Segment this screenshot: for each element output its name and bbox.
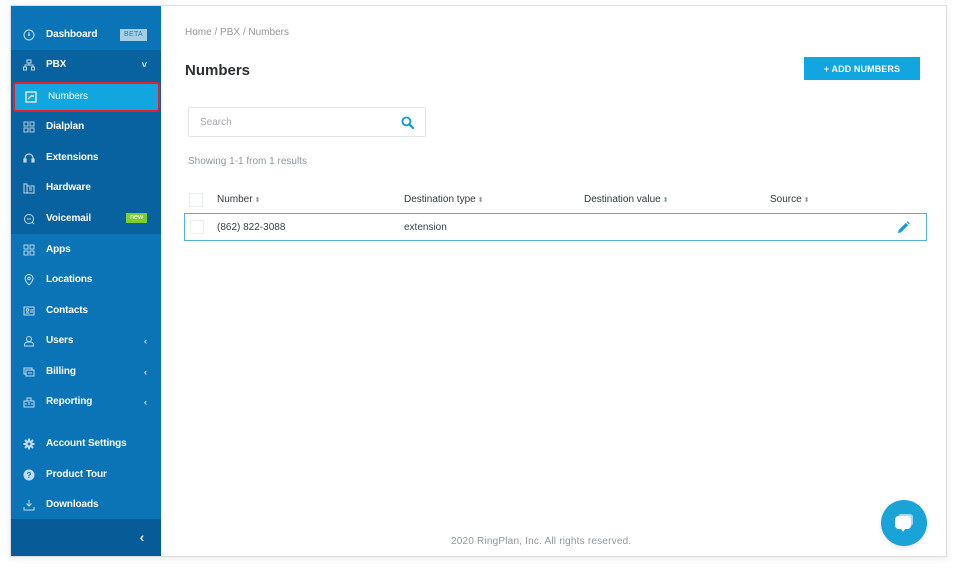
sidebar-item-label: Account Settings: [46, 438, 127, 449]
sidebar: Dashboard BETA PBX ˅ Numbers Dialplan Ex…: [11, 6, 161, 556]
breadcrumb: Home / PBX / Numbers: [185, 27, 289, 38]
beta-badge: BETA: [120, 29, 147, 41]
chevron-left-icon: ‹: [144, 397, 147, 407]
apps-icon: [22, 243, 36, 257]
numbers-icon: [24, 90, 38, 104]
cell-number: (862) 822-3088: [217, 222, 286, 233]
chevron-left-icon: ‹: [144, 336, 147, 346]
voicemail-icon: [22, 212, 36, 226]
chat-support-button[interactable]: [881, 500, 927, 546]
sidebar-item-users[interactable]: Users ‹: [11, 326, 161, 356]
dialplan-icon: [22, 120, 36, 134]
chevron-down-icon: ˅: [141, 60, 147, 70]
sidebar-item-label: Product Tour: [46, 469, 107, 480]
sidebar-item-label: Contacts: [46, 305, 88, 316]
sort-icon: ⬍: [662, 197, 669, 204]
gear-icon: [22, 437, 36, 451]
breadcrumb-current: Numbers: [248, 27, 289, 38]
sidebar-item-dialplan[interactable]: Dialplan: [11, 112, 161, 142]
sidebar-item-pbx[interactable]: PBX ˅: [11, 50, 161, 80]
sort-icon: ⬍: [477, 197, 484, 204]
breadcrumb-pbx[interactable]: PBX: [220, 27, 240, 38]
row-checkbox[interactable]: [190, 220, 204, 234]
location-pin-icon: [22, 273, 36, 287]
collapse-sidebar-button[interactable]: ‹: [135, 529, 149, 545]
column-header-number[interactable]: Number ⬍: [217, 194, 260, 205]
sidebar-item-label: PBX: [46, 59, 67, 70]
pbx-network-icon: [22, 58, 36, 72]
column-header-source[interactable]: Source ⬍: [770, 194, 810, 205]
page-title: Numbers: [185, 62, 251, 79]
sidebar-item-label: Hardware: [46, 182, 91, 193]
sidebar-item-locations[interactable]: Locations: [11, 265, 161, 295]
sort-icon: ⬍: [254, 197, 261, 204]
sidebar-item-label: Reporting: [46, 396, 93, 407]
hardware-icon: [22, 181, 36, 195]
sidebar-item-label: Numbers: [48, 91, 88, 102]
column-label: Number: [217, 194, 253, 205]
new-badge: new: [126, 213, 147, 223]
svg-text:?: ?: [27, 471, 32, 480]
billing-icon: [22, 365, 36, 379]
sidebar-item-product-tour[interactable]: ? Product Tour: [11, 460, 161, 490]
sidebar-item-voicemail[interactable]: Voicemail new: [11, 204, 161, 234]
column-label: Destination value: [584, 194, 661, 205]
results-count: Showing 1-1 from 1 results: [188, 156, 307, 167]
contacts-icon: [22, 304, 36, 318]
sidebar-item-extensions[interactable]: Extensions: [11, 143, 161, 173]
breadcrumb-home[interactable]: Home: [185, 27, 212, 38]
sidebar-item-dashboard[interactable]: Dashboard BETA: [11, 20, 161, 50]
chevron-left-icon: ‹: [144, 367, 147, 377]
download-icon: [22, 498, 36, 512]
dashboard-icon: [22, 28, 36, 42]
sidebar-item-label: Billing: [46, 366, 76, 377]
app-window: Dashboard BETA PBX ˅ Numbers Dialplan Ex…: [10, 5, 947, 557]
select-all-checkbox[interactable]: [189, 193, 203, 207]
sidebar-item-label: Extensions: [46, 152, 99, 163]
sidebar-item-contacts[interactable]: Contacts: [11, 296, 161, 326]
table-row[interactable]: (862) 822-3088 extension: [184, 213, 927, 241]
column-header-destination-value[interactable]: Destination value ⬍: [584, 194, 669, 205]
sidebar-item-label: Locations: [46, 274, 93, 285]
sidebar-item-label: Dashboard: [46, 29, 98, 40]
help-icon: ?: [22, 468, 36, 482]
search-input[interactable]: [189, 108, 389, 136]
sidebar-item-label: Downloads: [46, 499, 99, 510]
sidebar-item-hardware[interactable]: Hardware: [11, 173, 161, 203]
sidebar-item-reporting[interactable]: Reporting ‹: [11, 387, 161, 417]
cell-destination-type: extension: [404, 222, 447, 233]
sidebar-item-label: Apps: [46, 244, 71, 255]
sidebar-item-downloads[interactable]: Downloads: [11, 490, 161, 520]
breadcrumb-separator: /: [211, 27, 221, 38]
add-numbers-button[interactable]: + ADD NUMBERS: [804, 57, 920, 80]
sidebar-item-apps[interactable]: Apps: [11, 235, 161, 265]
reporting-icon: [22, 395, 36, 409]
sidebar-footer: ‹: [11, 519, 161, 556]
column-header-destination-type[interactable]: Destination type ⬍: [404, 194, 484, 205]
sidebar-item-label: Dialplan: [46, 121, 85, 132]
copyright-footer: 2020 RingPlan, Inc. All rights reserved.: [451, 536, 632, 547]
search-icon[interactable]: [401, 116, 414, 129]
sidebar-item-billing[interactable]: Billing ‹: [11, 357, 161, 387]
pencil-edit-icon[interactable]: [897, 221, 910, 234]
sidebar-item-label: Users: [46, 335, 74, 346]
search-box: [188, 107, 426, 137]
column-label: Destination type: [404, 194, 476, 205]
user-icon: [22, 334, 36, 348]
table-header: Number ⬍ Destination type ⬍ Destination va…: [185, 191, 927, 211]
column-label: Source: [770, 194, 802, 205]
sort-icon: ⬍: [803, 197, 810, 204]
chat-bubble-icon: [895, 514, 913, 532]
headset-icon: [22, 151, 36, 165]
main-content: Home / PBX / Numbers Numbers + ADD NUMBE…: [161, 6, 946, 556]
sidebar-item-account-settings[interactable]: Account Settings: [11, 429, 161, 459]
sidebar-item-label: Voicemail: [46, 213, 92, 224]
sidebar-item-numbers[interactable]: Numbers: [13, 82, 160, 112]
